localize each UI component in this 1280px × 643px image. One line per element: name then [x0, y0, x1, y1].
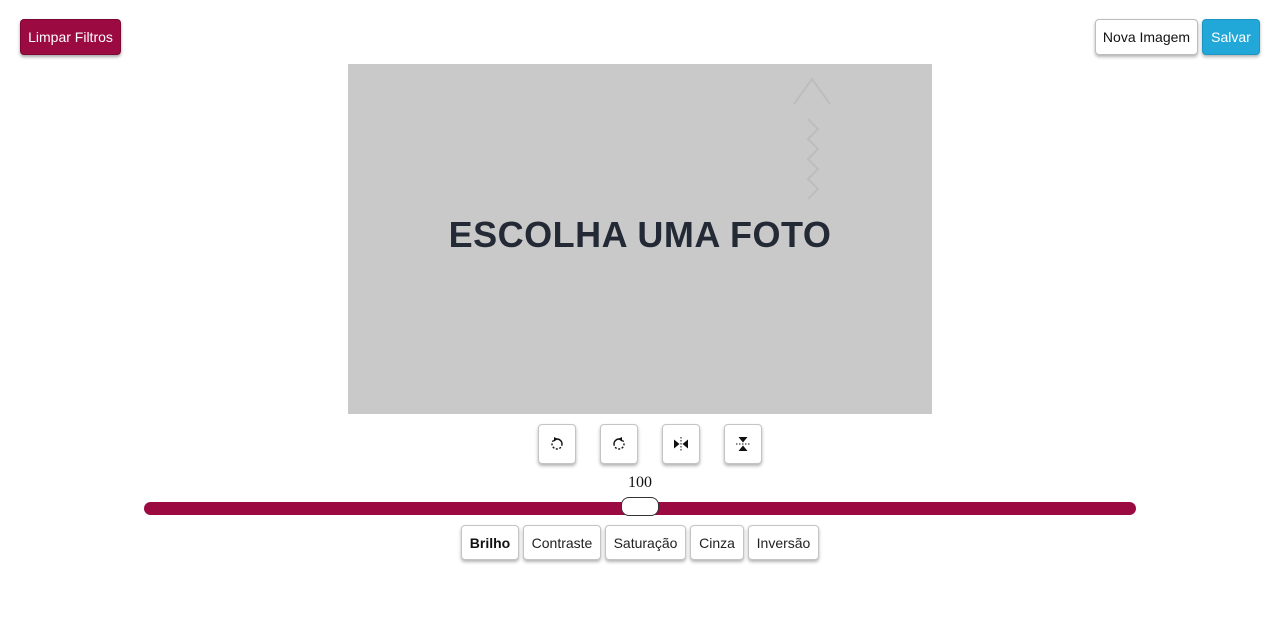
filter-slider[interactable] [144, 497, 1136, 516]
image-editor-page: Limpar Filtros Nova Imagem Salvar ESCOLH… [0, 0, 1280, 643]
flip-horizontal-icon [674, 437, 688, 451]
save-button[interactable]: Salvar [1202, 19, 1260, 55]
filter-inversao-button[interactable]: Inversão [748, 525, 819, 560]
filter-cinza-button[interactable]: Cinza [690, 525, 744, 560]
rotate-left-icon [551, 437, 563, 450]
flip-vertical-icon [736, 437, 750, 451]
image-preview[interactable]: ESCOLHA UMA FOTO [348, 64, 932, 414]
new-image-button[interactable]: Nova Imagem [1095, 19, 1198, 55]
rotate-left-button[interactable] [538, 424, 576, 464]
slider-thumb[interactable] [621, 497, 659, 516]
rotate-right-button[interactable] [600, 424, 638, 464]
choose-photo-placeholder: ESCOLHA UMA FOTO [448, 214, 832, 255]
filter-saturacao-button[interactable]: Saturação [605, 525, 686, 560]
filter-brilho-button[interactable]: Brilho [461, 525, 519, 560]
filter-contraste-button[interactable]: Contraste [523, 525, 601, 560]
decorative-arrow-icon [793, 77, 831, 200]
flip-horizontal-button[interactable] [662, 424, 700, 464]
flip-vertical-button[interactable] [724, 424, 762, 464]
clear-filters-button[interactable]: Limpar Filtros [20, 19, 121, 55]
filter-value-readout: 100 [628, 474, 652, 491]
rotate-right-icon [613, 437, 625, 450]
